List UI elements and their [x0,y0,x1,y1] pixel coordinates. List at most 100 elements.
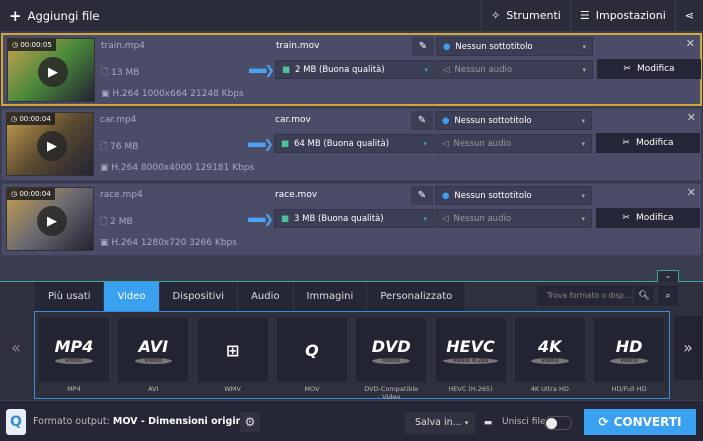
tools-button[interactable]: ✧ Strumenti [481,0,570,31]
format-logo: ⊞ [225,340,240,360]
arrow-icon: ▬▬❯ [248,63,275,77]
format-logo-sub: VIDEO [531,357,569,364]
save-in-dropdown[interactable]: Salva in... ▾ [405,412,475,434]
format-logo-sub: VIDEO [134,357,173,364]
output-size-dropdown[interactable]: ■ 2 MB (Buona qualità) ▾ [275,60,435,79]
add-files-button[interactable]: + Aggiungi file [0,0,108,31]
detect-device-button[interactable]: ⌕ [658,286,678,306]
edit-button[interactable]: ✂ Modifica [596,208,700,228]
settings-button[interactable]: ☰ Impostazioni [569,0,675,31]
format-card-mp4[interactable]: MP4 VIDEO [39,318,109,382]
video-icon: ▣ [100,163,109,173]
rename-button[interactable]: ✎ [411,186,433,205]
subtitle-dropdown[interactable]: ● Nessun sottotitolo ▾ [435,186,592,205]
audio-dropdown[interactable]: ◁ Nessun audio ▾ [435,209,592,228]
format-label: MOV [304,385,320,393]
format-card-hevc-h-265-[interactable]: HEVC VIDEO H.265 [435,318,506,382]
format-label: WMV [224,385,241,393]
file-row[interactable]: ◷ 00:00:04 ▶ car.mp4 🗋 76 MB ▣ H.264 800… [1,108,702,181]
duration-badge: ◷ 00:00:04 [7,113,55,125]
format-label: HD/Full HD [611,385,647,393]
arrow-icon: ▬▬❯ [247,212,274,226]
format-grid: MP4 VIDEO MP4 AVI VIDEO AVI ⊞ WMV Q MOV DVD VIDEO DV… [34,311,670,401]
video-thumbnail[interactable]: ◷ 00:00:04 ▶ [6,112,94,176]
toggle-knob [546,418,557,429]
open-folder-button[interactable]: ▬ [479,412,497,434]
output-size-dropdown[interactable]: ■ 3 MB (Buona qualità) ▾ [274,209,434,228]
scissors-icon: ✂ [622,138,630,148]
gear-icon: ⚙ [244,415,256,429]
source-filename: car.mp4 [100,115,137,125]
format-card-dvd-compatible-video[interactable]: DVD VIDEO [356,318,427,382]
video-icon: ▣ [100,238,109,248]
merge-files-label: Unisci file: [502,417,549,427]
format-logo: AVI [138,336,169,356]
audio-dropdown[interactable]: ◁ Nessun audio ▾ [436,60,593,79]
tab-audio[interactable]: Audio [238,282,294,311]
subtitle-dropdown[interactable]: ● Nessun sottotitolo ▾ [436,37,593,56]
search-button[interactable]: 🔍︎ [634,286,654,306]
speech-bubble-icon: ● [443,41,451,52]
play-icon: ▶ [47,213,57,229]
menu-icon: ☰ [579,9,590,22]
format-logo-sub: VIDEO H.265 [442,357,499,364]
scroll-left-button[interactable]: « [2,316,30,380]
merge-files-toggle[interactable] [544,416,572,430]
remove-file-button[interactable]: ✕ [687,111,696,124]
source-info: ▣ H.264 1000x664 21248 Kbps [101,89,244,99]
audio-dropdown[interactable]: ◁ Nessun audio ▾ [435,134,592,153]
close-icon: ✕ [685,37,695,50]
format-label: HEVC (H.265) [448,385,493,393]
format-label: MP4 [67,385,81,393]
bottom-bar: Q Formato output: MOV - Dimensioni origi… [0,400,703,441]
play-button[interactable]: ▶ [37,206,67,236]
tab-più-usati[interactable]: Più usati [35,282,105,311]
tab-immagini[interactable]: Immagini [294,282,368,311]
collapse-panel-button[interactable]: ⌄ [657,270,679,282]
remove-file-button[interactable]: ✕ [687,186,696,199]
format-card-wmv[interactable]: ⊞ [197,318,268,382]
edit-button[interactable]: ✂ Modifica [596,133,700,153]
source-size: 🗋 76 MB [100,142,139,152]
file-icon: ■ [282,64,291,75]
file-row[interactable]: ◷ 00:00:05 ▶ train.mp4 🗋 13 MB ▣ H.264 1… [1,33,702,106]
tab-dispositivi[interactable]: Dispositivi [160,282,239,311]
share-button[interactable]: ⋖ [674,0,703,31]
plus-icon: + [9,6,22,25]
video-thumbnail[interactable]: ◷ 00:00:04 ▶ [6,187,94,251]
source-filename: train.mp4 [101,41,146,51]
edit-button[interactable]: ✂ Modifica [597,59,701,79]
format-search-input[interactable]: Trova formato o disp... [537,286,632,306]
tab-video[interactable]: Video [104,282,160,311]
tab-personalizzato[interactable]: Personalizzato [367,282,467,311]
file-icon: 🗋 [100,142,108,152]
remove-file-button[interactable]: ✕ [686,37,695,50]
format-card-4k-ultra-hd[interactable]: 4K VIDEO [514,318,585,382]
play-button[interactable]: ▶ [38,57,68,87]
rename-button[interactable]: ✎ [412,37,434,56]
pencil-icon: ✎ [417,115,427,126]
file-row[interactable]: ◷ 00:00:04 ▶ race.mp4 🗋 2 MB ▣ H.264 128… [1,183,702,256]
format-label: 4K Ultra HD [530,385,569,393]
device-search-icon: ⌕ [665,291,671,301]
play-button[interactable]: ▶ [37,131,67,161]
format-card-mov[interactable]: Q [276,318,347,382]
subtitle-dropdown[interactable]: ● Nessun sottotitolo ▾ [435,111,592,130]
format-tabs: Più usati Video Dispositivi Audio Immagini Pe… [35,282,467,311]
output-settings-button[interactable]: ⚙ [240,412,260,432]
convert-button[interactable]: ⟳ CONVERTI [584,409,696,435]
rename-button[interactable]: ✎ [411,111,433,130]
source-size: 🗋 13 MB [101,68,140,78]
video-icon: ▣ [101,89,110,99]
speech-bubble-icon: ● [442,115,450,126]
video-thumbnail[interactable]: ◷ 00:00:05 ▶ [7,38,95,102]
top-toolbar: + Aggiungi file ✧ Strumenti ☰ Impostazioni … [0,0,703,31]
format-card-avi[interactable]: AVI VIDEO [118,318,189,382]
output-format-icon: Q [6,409,26,435]
pencil-icon: ✎ [418,41,428,52]
source-size: 🗋 2 MB [100,217,133,227]
output-size-dropdown[interactable]: ■ 64 MB (Buona qualità) ▾ [274,134,434,153]
format-card-hd-full-hd[interactable]: HD VIDEO [594,318,665,382]
scroll-right-button[interactable]: » [674,316,702,380]
close-icon: ✕ [686,186,696,199]
